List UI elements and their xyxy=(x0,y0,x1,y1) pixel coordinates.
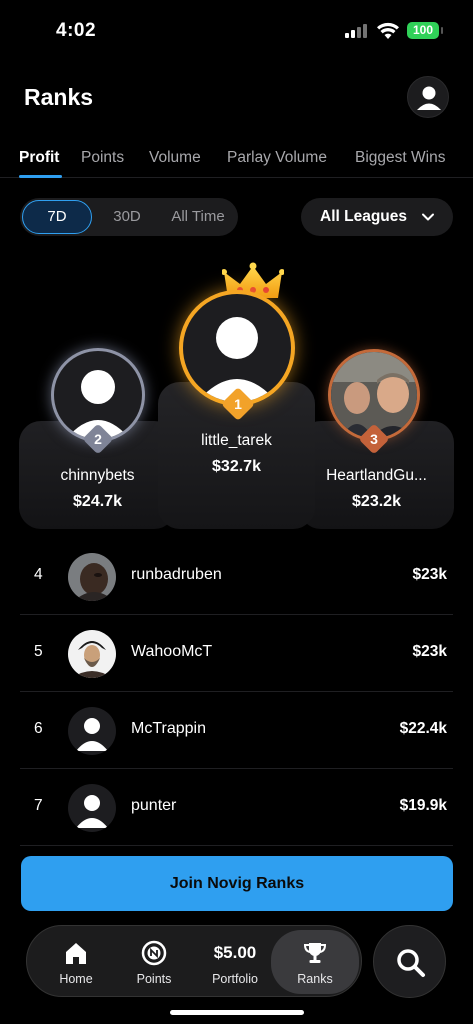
rank-badge-2: 2 xyxy=(82,423,114,455)
profile-icon xyxy=(417,86,441,110)
rank-badge-3: 3 xyxy=(358,423,390,455)
bottom-nav: Home Points $5.00 Portfolio Ranks xyxy=(26,925,362,997)
avatar xyxy=(68,707,116,755)
row-amount: $22.4k xyxy=(399,720,447,737)
tab-bar: Profit Points Volume Parlay Volume Bigge… xyxy=(0,140,473,180)
nav-ranks-label: Ranks xyxy=(297,972,333,986)
tab-profit[interactable]: Profit xyxy=(19,149,59,167)
search-icon xyxy=(397,949,425,977)
tab-biggest-wins[interactable]: Biggest Wins xyxy=(355,149,445,167)
status-bar: 4:02 100 xyxy=(0,0,473,60)
row-username: McTrappin xyxy=(131,720,206,737)
nav-portfolio[interactable]: $5.00 Portfolio xyxy=(197,926,273,998)
profile-button[interactable] xyxy=(407,76,449,118)
podium-name-3: HeartlandGu... xyxy=(326,467,427,484)
avatar xyxy=(68,630,116,678)
row-rank: 5 xyxy=(34,643,43,660)
wifi-icon xyxy=(377,22,399,39)
nav-ranks[interactable]: Ranks xyxy=(271,930,359,994)
status-time: 4:02 xyxy=(56,20,97,41)
league-dropdown[interactable]: All Leagues xyxy=(301,198,453,236)
tabs-divider xyxy=(0,177,473,178)
tab-points[interactable]: Points xyxy=(81,149,124,167)
tab-volume[interactable]: Volume xyxy=(149,149,201,167)
podium-amount-1: $32.7k xyxy=(212,458,261,475)
row-rank: 4 xyxy=(34,566,43,583)
row-rank: 7 xyxy=(34,797,43,814)
active-tab-indicator xyxy=(19,175,62,178)
row-amount: $23k xyxy=(412,566,447,583)
podium-amount-2: $24.7k xyxy=(73,493,122,510)
list-item[interactable]: 7 punter $19.9k xyxy=(20,769,453,846)
portfolio-value: $5.00 xyxy=(213,943,257,962)
row-username: WahooMcT xyxy=(131,643,213,660)
home-icon xyxy=(66,943,86,964)
home-indicator xyxy=(170,1010,304,1015)
user-photo xyxy=(68,630,116,678)
row-username: runbadruben xyxy=(131,566,222,583)
row-amount: $23k xyxy=(412,643,447,660)
battery-icon: 100 xyxy=(407,22,443,39)
search-button[interactable] xyxy=(373,925,446,998)
chevron-down-icon xyxy=(422,213,434,221)
league-label: All Leagues xyxy=(320,208,407,225)
podium-amount-3: $23.2k xyxy=(352,493,401,510)
podium-name-1: little_tarek xyxy=(201,432,272,449)
list-item[interactable]: 4 runbadruben $23k xyxy=(20,538,453,615)
time-filter: 7D 30D All Time xyxy=(20,198,238,236)
podium-name-2: chinnybets xyxy=(60,467,135,484)
default-avatar-icon xyxy=(76,795,108,828)
avatar xyxy=(68,553,116,601)
signal-icon xyxy=(345,24,367,38)
row-username: punter xyxy=(131,797,177,814)
user-photo xyxy=(68,553,116,601)
points-icon xyxy=(141,940,167,966)
tab-parlay-volume[interactable]: Parlay Volume xyxy=(227,149,327,167)
page-title: Ranks xyxy=(24,84,94,110)
trophy-icon xyxy=(303,943,327,963)
join-ranks-button[interactable]: Join Novig Ranks xyxy=(21,856,453,911)
nav-points-label: Points xyxy=(136,972,172,986)
nav-points[interactable]: Points xyxy=(121,926,187,998)
list-item[interactable]: 6 McTrappin $22.4k xyxy=(20,692,453,769)
row-rank: 6 xyxy=(34,720,43,737)
rank-badge-1: 1 xyxy=(221,387,255,421)
row-amount: $19.9k xyxy=(399,797,447,814)
nav-portfolio-label: Portfolio xyxy=(212,972,258,986)
avatar xyxy=(68,784,116,832)
default-avatar-icon xyxy=(197,317,277,402)
default-avatar-icon xyxy=(76,718,108,751)
filter-7d[interactable]: 7D xyxy=(22,200,92,234)
list-item[interactable]: 5 WahooMcT $23k xyxy=(20,615,453,692)
nav-home-label: Home xyxy=(59,972,93,986)
nav-home[interactable]: Home xyxy=(43,926,109,998)
filter-30d[interactable]: 30D xyxy=(98,198,156,236)
filter-all-time[interactable]: All Time xyxy=(158,198,238,236)
